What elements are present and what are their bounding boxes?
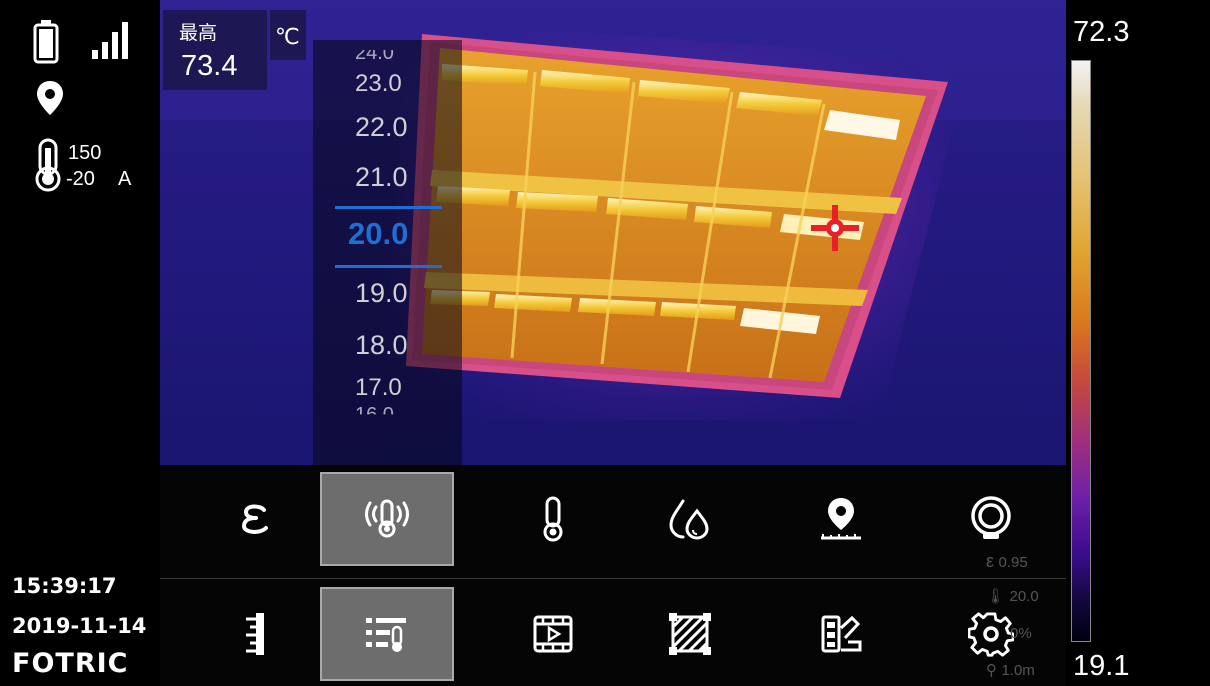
status-column: 150 -20 A 15:39:17 2019-11-14 FOTRIC: [0, 0, 160, 686]
setpoint-scroller[interactable]: 24.0 23.0 22.0 21.0 20.0 19.0 18.0 17.0 …: [313, 40, 462, 465]
thermometer-button[interactable]: [486, 472, 620, 566]
ruler-icon: [246, 613, 264, 655]
emissivity-button[interactable]: [188, 472, 322, 566]
scroller-tick[interactable]: 19.0: [313, 278, 462, 309]
signal-icon: [92, 22, 128, 59]
range-mode: A: [118, 168, 132, 190]
scroller-selected-value[interactable]: 20.0: [313, 216, 462, 252]
thermometer-alarm-icon: [365, 499, 409, 538]
ruler-button[interactable]: [188, 587, 322, 681]
gear-icon: [968, 612, 1014, 657]
crosshair-icon[interactable]: [809, 203, 861, 253]
range-low: -20: [66, 168, 95, 190]
max-label: 最高: [179, 23, 218, 44]
color-scale-bar[interactable]: [1071, 60, 1091, 642]
scroller-tick[interactable]: 18.0: [313, 330, 462, 361]
clock-date: 2019-11-14: [12, 614, 147, 638]
scroller-tick[interactable]: 22.0: [313, 112, 462, 143]
param-distance-value: 1.0m: [1001, 662, 1035, 679]
distance-pin-icon: [821, 498, 861, 540]
emissivity-icon: [241, 504, 268, 534]
temperature-settings-icon: [366, 618, 406, 652]
brand-logo: FOTRIC: [12, 648, 129, 679]
param-emissivity-value: 0.95: [998, 554, 1028, 571]
alarm-temp-button[interactable]: [320, 472, 454, 566]
humidity-drops-icon: [669, 499, 709, 540]
temp-unit: ℃: [275, 24, 300, 49]
palette-button[interactable]: [774, 587, 908, 681]
temp-settings-button[interactable]: [320, 587, 454, 681]
unit-box: ℃: [270, 10, 306, 60]
scroller-tick[interactable]: 24.0: [313, 50, 462, 65]
max-temp-readout: 最高 73.4: [163, 10, 267, 90]
param-distance: ⚲ 1.0m: [986, 661, 1066, 680]
param-emissivity: ε 0.95: [986, 551, 1066, 572]
location-pin-icon: [37, 81, 63, 115]
scroller-tick[interactable]: 17.0: [313, 374, 462, 402]
param-humidity: 0%: [1010, 625, 1070, 643]
param-reflected-value: 20.0: [1009, 588, 1039, 605]
selection-line-top: [335, 206, 442, 209]
bottom-toolbar: ε 0.95 🌡 20.0 0% ⚲ 1.0m: [160, 465, 1066, 686]
thermometer-icon: [543, 496, 563, 542]
battery-icon: [33, 20, 59, 64]
thermometer-range-icon: [35, 138, 61, 192]
small-pin-icon: ⚲: [986, 662, 997, 679]
scale-max-value: 72.3: [1073, 16, 1130, 48]
scale-min-value: 19.1: [1073, 650, 1130, 682]
param-reflected: 🌡 20.0: [986, 587, 1066, 606]
palette-icon: [821, 615, 862, 653]
lens-ring-icon: [971, 496, 1011, 539]
clock-time: 15:39:17: [12, 574, 117, 598]
max-value: 73.4: [181, 50, 238, 82]
area-button[interactable]: [623, 587, 757, 681]
scroller-tick[interactable]: 23.0: [313, 70, 462, 98]
video-button[interactable]: [486, 587, 620, 681]
range-high: 150: [68, 142, 102, 164]
small-thermometer-icon: 🌡: [986, 588, 1006, 605]
toolbar-divider: [160, 578, 1066, 579]
humidity-button[interactable]: [623, 472, 757, 566]
scroller-tick[interactable]: 21.0: [313, 162, 462, 193]
param-humidity-value: 0%: [1010, 625, 1032, 642]
scroller-tick[interactable]: 16.0: [313, 404, 462, 414]
area-hatch-icon: [669, 613, 711, 655]
distance-button[interactable]: [774, 472, 908, 566]
thermal-image-view[interactable]: [160, 0, 1066, 465]
selection-line-bottom: [335, 265, 442, 268]
video-icon: [533, 615, 573, 653]
thermal-image: [160, 0, 1066, 465]
emissivity-symbol-icon: ε: [986, 551, 995, 571]
